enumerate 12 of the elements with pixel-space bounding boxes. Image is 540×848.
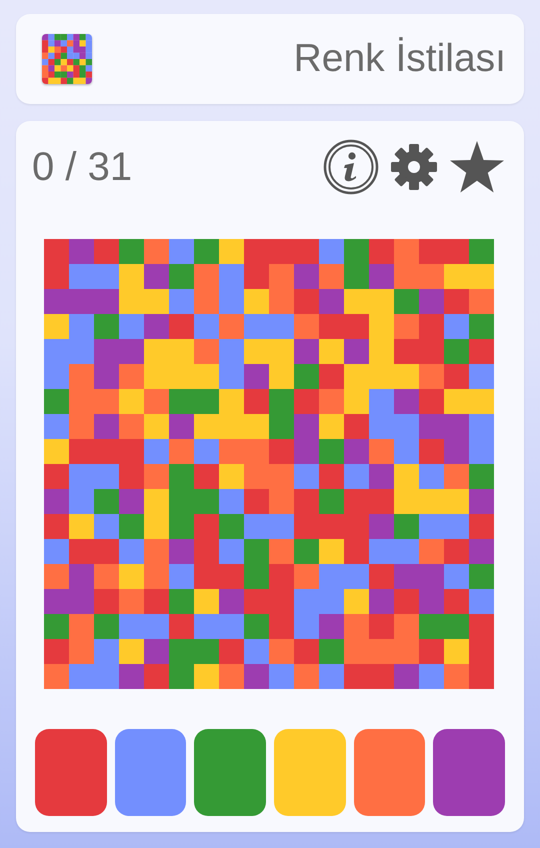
color-button[interactable] <box>114 729 186 816</box>
color-button[interactable] <box>274 729 346 816</box>
settings-icon[interactable] <box>389 142 439 192</box>
color-button[interactable] <box>433 729 506 816</box>
info-icon[interactable] <box>323 139 379 195</box>
app-title: Renk İstilası <box>294 37 506 81</box>
color-button[interactable] <box>354 729 426 816</box>
star-icon[interactable] <box>449 140 505 194</box>
color-button[interactable] <box>35 729 107 816</box>
color-grid-icon <box>42 34 92 84</box>
move-counter: 0 / 31 <box>32 144 132 190</box>
color-button[interactable] <box>194 729 266 816</box>
